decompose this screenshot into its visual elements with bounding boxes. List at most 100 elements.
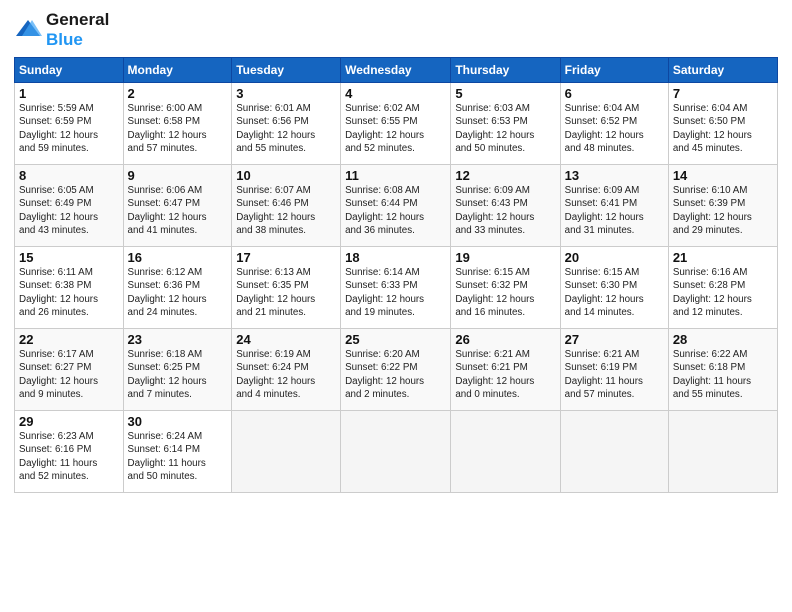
calendar-cell: 2Sunrise: 6:00 AM Sunset: 6:58 PM Daylig… xyxy=(123,83,232,165)
day-info: Sunrise: 6:05 AM Sunset: 6:49 PM Dayligh… xyxy=(19,184,119,237)
day-info: Sunrise: 6:06 AM Sunset: 6:47 PM Dayligh… xyxy=(128,184,228,237)
calendar-cell xyxy=(560,411,668,493)
day-number: 26 xyxy=(455,332,555,347)
calendar-cell: 14Sunrise: 6:10 AM Sunset: 6:39 PM Dayli… xyxy=(668,165,777,247)
weekday-header-wednesday: Wednesday xyxy=(341,58,451,83)
calendar-cell: 18Sunrise: 6:14 AM Sunset: 6:33 PM Dayli… xyxy=(341,247,451,329)
day-number: 6 xyxy=(565,86,664,101)
calendar-cell: 21Sunrise: 6:16 AM Sunset: 6:28 PM Dayli… xyxy=(668,247,777,329)
day-info: Sunrise: 6:22 AM Sunset: 6:18 PM Dayligh… xyxy=(673,348,773,401)
calendar-cell: 17Sunrise: 6:13 AM Sunset: 6:35 PM Dayli… xyxy=(232,247,341,329)
day-info: Sunrise: 6:02 AM Sunset: 6:55 PM Dayligh… xyxy=(345,102,446,155)
calendar-cell: 20Sunrise: 6:15 AM Sunset: 6:30 PM Dayli… xyxy=(560,247,668,329)
calendar-cell: 6Sunrise: 6:04 AM Sunset: 6:52 PM Daylig… xyxy=(560,83,668,165)
day-number: 23 xyxy=(128,332,228,347)
calendar-cell: 28Sunrise: 6:22 AM Sunset: 6:18 PM Dayli… xyxy=(668,329,777,411)
day-info: Sunrise: 6:14 AM Sunset: 6:33 PM Dayligh… xyxy=(345,266,446,319)
day-number: 13 xyxy=(565,168,664,183)
day-number: 5 xyxy=(455,86,555,101)
calendar-cell: 13Sunrise: 6:09 AM Sunset: 6:41 PM Dayli… xyxy=(560,165,668,247)
day-info: Sunrise: 6:04 AM Sunset: 6:52 PM Dayligh… xyxy=(565,102,664,155)
day-number: 21 xyxy=(673,250,773,265)
day-info: Sunrise: 6:04 AM Sunset: 6:50 PM Dayligh… xyxy=(673,102,773,155)
calendar-cell: 23Sunrise: 6:18 AM Sunset: 6:25 PM Dayli… xyxy=(123,329,232,411)
day-info: Sunrise: 6:24 AM Sunset: 6:14 PM Dayligh… xyxy=(128,430,228,483)
day-number: 15 xyxy=(19,250,119,265)
weekday-header-saturday: Saturday xyxy=(668,58,777,83)
day-info: Sunrise: 6:21 AM Sunset: 6:19 PM Dayligh… xyxy=(565,348,664,401)
day-number: 1 xyxy=(19,86,119,101)
day-number: 24 xyxy=(236,332,336,347)
day-number: 8 xyxy=(19,168,119,183)
day-info: Sunrise: 6:21 AM Sunset: 6:21 PM Dayligh… xyxy=(455,348,555,401)
day-info: Sunrise: 6:12 AM Sunset: 6:36 PM Dayligh… xyxy=(128,266,228,319)
calendar-cell xyxy=(341,411,451,493)
calendar-cell xyxy=(668,411,777,493)
day-number: 29 xyxy=(19,414,119,429)
day-number: 28 xyxy=(673,332,773,347)
day-number: 20 xyxy=(565,250,664,265)
logo-text: General Blue xyxy=(46,10,109,49)
day-info: Sunrise: 6:18 AM Sunset: 6:25 PM Dayligh… xyxy=(128,348,228,401)
day-info: Sunrise: 6:11 AM Sunset: 6:38 PM Dayligh… xyxy=(19,266,119,319)
logo: General Blue xyxy=(14,10,109,49)
day-number: 10 xyxy=(236,168,336,183)
day-info: Sunrise: 6:17 AM Sunset: 6:27 PM Dayligh… xyxy=(19,348,119,401)
day-number: 27 xyxy=(565,332,664,347)
calendar-cell: 1Sunrise: 5:59 AM Sunset: 6:59 PM Daylig… xyxy=(15,83,124,165)
day-number: 30 xyxy=(128,414,228,429)
calendar-cell: 26Sunrise: 6:21 AM Sunset: 6:21 PM Dayli… xyxy=(451,329,560,411)
day-info: Sunrise: 6:01 AM Sunset: 6:56 PM Dayligh… xyxy=(236,102,336,155)
calendar-cell: 9Sunrise: 6:06 AM Sunset: 6:47 PM Daylig… xyxy=(123,165,232,247)
calendar-cell: 29Sunrise: 6:23 AM Sunset: 6:16 PM Dayli… xyxy=(15,411,124,493)
weekday-header-tuesday: Tuesday xyxy=(232,58,341,83)
day-number: 2 xyxy=(128,86,228,101)
day-info: Sunrise: 6:15 AM Sunset: 6:32 PM Dayligh… xyxy=(455,266,555,319)
calendar-cell: 30Sunrise: 6:24 AM Sunset: 6:14 PM Dayli… xyxy=(123,411,232,493)
calendar: SundayMondayTuesdayWednesdayThursdayFrid… xyxy=(14,57,778,493)
day-info: Sunrise: 6:20 AM Sunset: 6:22 PM Dayligh… xyxy=(345,348,446,401)
day-number: 3 xyxy=(236,86,336,101)
weekday-header-monday: Monday xyxy=(123,58,232,83)
calendar-cell: 8Sunrise: 6:05 AM Sunset: 6:49 PM Daylig… xyxy=(15,165,124,247)
day-info: Sunrise: 6:19 AM Sunset: 6:24 PM Dayligh… xyxy=(236,348,336,401)
day-info: Sunrise: 6:10 AM Sunset: 6:39 PM Dayligh… xyxy=(673,184,773,237)
day-info: Sunrise: 5:59 AM Sunset: 6:59 PM Dayligh… xyxy=(19,102,119,155)
calendar-cell: 5Sunrise: 6:03 AM Sunset: 6:53 PM Daylig… xyxy=(451,83,560,165)
calendar-cell: 4Sunrise: 6:02 AM Sunset: 6:55 PM Daylig… xyxy=(341,83,451,165)
day-info: Sunrise: 6:09 AM Sunset: 6:43 PM Dayligh… xyxy=(455,184,555,237)
calendar-cell: 19Sunrise: 6:15 AM Sunset: 6:32 PM Dayli… xyxy=(451,247,560,329)
day-info: Sunrise: 6:13 AM Sunset: 6:35 PM Dayligh… xyxy=(236,266,336,319)
weekday-header-friday: Friday xyxy=(560,58,668,83)
calendar-cell: 25Sunrise: 6:20 AM Sunset: 6:22 PM Dayli… xyxy=(341,329,451,411)
day-info: Sunrise: 6:07 AM Sunset: 6:46 PM Dayligh… xyxy=(236,184,336,237)
calendar-cell: 10Sunrise: 6:07 AM Sunset: 6:46 PM Dayli… xyxy=(232,165,341,247)
day-info: Sunrise: 6:15 AM Sunset: 6:30 PM Dayligh… xyxy=(565,266,664,319)
calendar-cell: 27Sunrise: 6:21 AM Sunset: 6:19 PM Dayli… xyxy=(560,329,668,411)
calendar-cell: 15Sunrise: 6:11 AM Sunset: 6:38 PM Dayli… xyxy=(15,247,124,329)
day-number: 19 xyxy=(455,250,555,265)
day-number: 16 xyxy=(128,250,228,265)
day-number: 7 xyxy=(673,86,773,101)
day-number: 17 xyxy=(236,250,336,265)
day-number: 25 xyxy=(345,332,446,347)
day-number: 12 xyxy=(455,168,555,183)
calendar-cell: 11Sunrise: 6:08 AM Sunset: 6:44 PM Dayli… xyxy=(341,165,451,247)
calendar-cell: 24Sunrise: 6:19 AM Sunset: 6:24 PM Dayli… xyxy=(232,329,341,411)
calendar-cell: 16Sunrise: 6:12 AM Sunset: 6:36 PM Dayli… xyxy=(123,247,232,329)
calendar-cell: 22Sunrise: 6:17 AM Sunset: 6:27 PM Dayli… xyxy=(15,329,124,411)
calendar-cell xyxy=(232,411,341,493)
day-number: 4 xyxy=(345,86,446,101)
day-info: Sunrise: 6:00 AM Sunset: 6:58 PM Dayligh… xyxy=(128,102,228,155)
calendar-cell: 3Sunrise: 6:01 AM Sunset: 6:56 PM Daylig… xyxy=(232,83,341,165)
day-number: 11 xyxy=(345,168,446,183)
day-info: Sunrise: 6:09 AM Sunset: 6:41 PM Dayligh… xyxy=(565,184,664,237)
weekday-header-thursday: Thursday xyxy=(451,58,560,83)
logo-icon xyxy=(14,16,42,44)
day-info: Sunrise: 6:08 AM Sunset: 6:44 PM Dayligh… xyxy=(345,184,446,237)
weekday-header-sunday: Sunday xyxy=(15,58,124,83)
day-number: 14 xyxy=(673,168,773,183)
day-number: 22 xyxy=(19,332,119,347)
day-number: 9 xyxy=(128,168,228,183)
day-info: Sunrise: 6:03 AM Sunset: 6:53 PM Dayligh… xyxy=(455,102,555,155)
